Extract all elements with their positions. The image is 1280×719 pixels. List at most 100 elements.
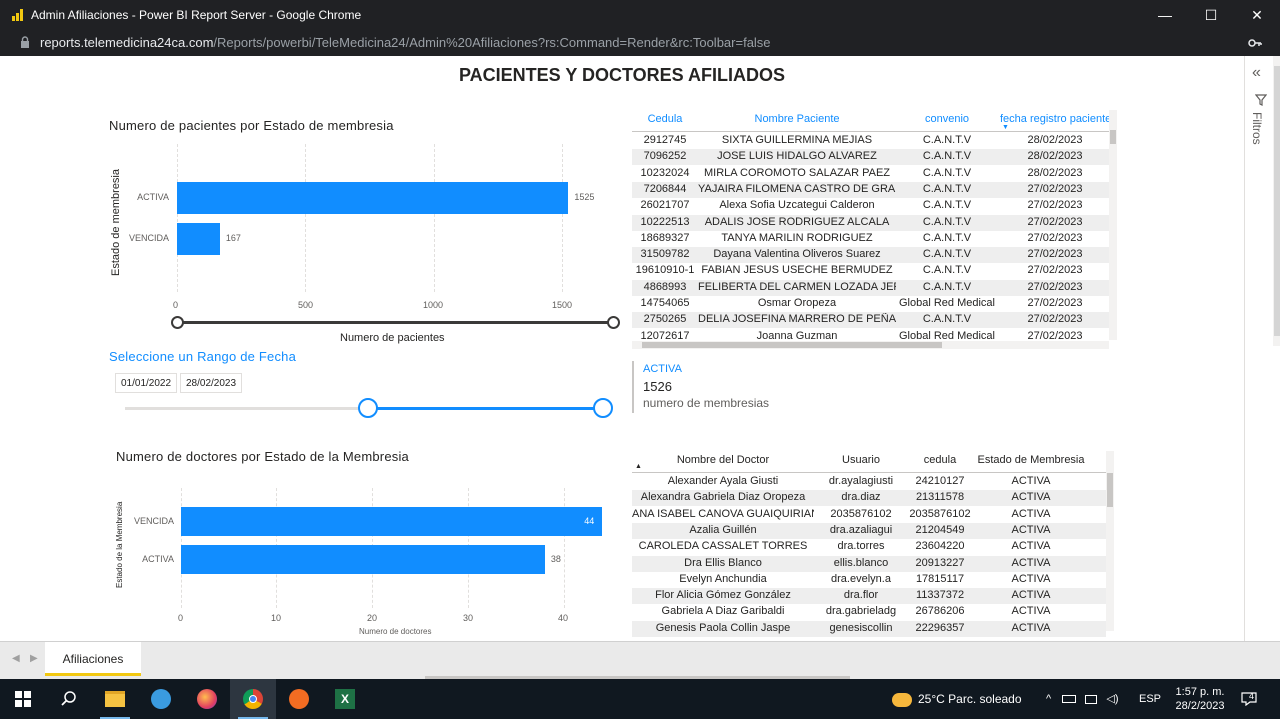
- table-cell: dr.ayalagiusti: [828, 475, 894, 487]
- filters-label[interactable]: Filtros: [1250, 112, 1264, 145]
- table-row[interactable]: Azalia Guillén dra.azaliagui 21204549 ACTIV…: [632, 522, 1106, 539]
- column-header[interactable]: Nombre Paciente: [698, 113, 896, 125]
- table-cell: 27/02/2023: [1027, 313, 1083, 326]
- clock[interactable]: 1:57 p. m. 28/2/2023: [1172, 679, 1228, 719]
- table-row[interactable]: Genesis Paola Collin Jaspe genesiscollin 2…: [632, 620, 1106, 637]
- table-row[interactable]: 2750265 DELIA JOSEFINA MARRERO DE PEÑA C.A…: [632, 312, 1109, 329]
- table-cell: C.A.N.T.V: [922, 134, 972, 146]
- column-header[interactable]: Estado de Membresia: [972, 454, 1090, 466]
- table-row[interactable]: 7096252 JOSE LUIS HIDALGO ALVAREZ C.A.N.T.…: [632, 149, 1109, 166]
- volume-icon[interactable]: ◁): [1106, 693, 1118, 705]
- page-vscroll[interactable]: [1273, 56, 1280, 346]
- taskbar-excel[interactable]: X: [322, 679, 368, 719]
- table-cell: 2912745: [643, 134, 687, 146]
- date-slider-range[interactable]: [368, 407, 603, 410]
- patients-axis-range-handle-left[interactable]: [171, 316, 184, 329]
- table-row[interactable]: Gabriela A Diaz Garibaldi dra.gabrieladg 2…: [632, 604, 1106, 620]
- table-cell: 22296357: [915, 621, 965, 634]
- filters-pane[interactable]: « Filtros: [1244, 56, 1280, 641]
- table-row[interactable]: Flor Alicia Gómez González dra.flor 113373…: [632, 588, 1106, 605]
- table-row[interactable]: 4868993 FELIBERTA DEL CARMEN LOZADA JEREZ…: [632, 279, 1109, 296]
- url-text[interactable]: reports.telemedicina24ca.com/Reports/pow…: [40, 35, 771, 50]
- table-cell: ACTIVA: [1011, 507, 1051, 520]
- table-row[interactable]: Alexander Ayala Giusti dr.ayalagiusti 2421…: [632, 474, 1106, 490]
- table-row[interactable]: 31509782 Dayana Valentina Oliveros Suarez…: [632, 247, 1109, 264]
- table-cell: dra.flor: [843, 589, 879, 602]
- table-row[interactable]: CAROLEDA CASSALET TORRES dra.torres 236042…: [632, 539, 1106, 555]
- power-bi-icon: [12, 9, 24, 21]
- weather-widget[interactable]: 25°C Parc. soleado: [892, 679, 1022, 719]
- bar-activa[interactable]: [177, 182, 569, 214]
- patients-table[interactable]: Cedula Nombre Paciente convenio fecha re…: [632, 110, 1117, 349]
- table-row[interactable]: Dra Ellis Blanco ellis.blanco 20913227 ACTI…: [632, 555, 1106, 572]
- column-header[interactable]: Nombre del Doctor: [632, 454, 814, 466]
- taskbar-app-bird[interactable]: [138, 679, 184, 719]
- patients-table-hscroll[interactable]: [632, 341, 1109, 349]
- address-bar[interactable]: reports.telemedicina24ca.com/Reports/pow…: [0, 30, 1280, 56]
- column-header[interactable]: Usuario: [814, 454, 908, 466]
- tab-next-icon[interactable]: ▶: [30, 653, 38, 664]
- table-row[interactable]: 10232024 MIRLA COROMOTO SALAZAR PAEZ C.A.N…: [632, 166, 1109, 182]
- table-cell: 27/02/2023: [1027, 231, 1083, 244]
- table-cell: Gabriela A Diaz Garibaldi: [661, 605, 785, 618]
- table-cell: C.A.N.T.V: [922, 313, 972, 326]
- tab-prev-icon[interactable]: ◀: [12, 653, 20, 664]
- minimize-button[interactable]: —: [1142, 0, 1188, 30]
- date-slider-handle-start[interactable]: [358, 398, 378, 418]
- network-icon[interactable]: [1085, 694, 1098, 704]
- table-row[interactable]: 2912745 SIXTA GUILLERMINA MEJIAS C.A.N.T.V…: [632, 133, 1109, 149]
- doctors-chart-title: Numero de doctores por Estado de la Memb…: [116, 449, 409, 464]
- patients-axis-range-handle-right[interactable]: [607, 316, 620, 329]
- bar-vencida[interactable]: [181, 507, 603, 536]
- table-cell: 27/02/2023: [1027, 215, 1083, 228]
- end-date-input[interactable]: 28/02/2023: [180, 373, 243, 393]
- tab-afiliaciones[interactable]: Afiliaciones: [45, 642, 141, 676]
- category-label: VENCIDA: [133, 515, 174, 526]
- collapse-filters-icon[interactable]: «: [1252, 64, 1261, 82]
- table-cell: 27/02/2023: [1027, 199, 1083, 212]
- gridline: [305, 144, 306, 292]
- taskbar-firefox[interactable]: [184, 679, 230, 719]
- language-indicator[interactable]: ESP: [1139, 679, 1161, 719]
- start-button[interactable]: [0, 679, 46, 719]
- column-header[interactable]: convenio: [896, 113, 998, 125]
- table-cell: 14754065: [640, 297, 690, 309]
- taskbar-app-orange[interactable]: [276, 679, 322, 719]
- table-cell: dra.gabrieladg: [825, 605, 897, 618]
- category-label: ACTIVA: [142, 553, 174, 564]
- key-icon[interactable]: [1248, 36, 1262, 50]
- search-button[interactable]: [46, 679, 92, 719]
- table-row[interactable]: ANA ISABEL CANOVA GUAIQUIRIAN 2035876102 2…: [632, 507, 1106, 523]
- taskbar-chrome[interactable]: [230, 679, 276, 719]
- patients-axis-range-track[interactable]: [177, 321, 613, 324]
- close-button[interactable]: ✕: [1234, 0, 1280, 30]
- maximize-button[interactable]: ☐: [1188, 0, 1234, 30]
- category-label: ACTIVA: [137, 192, 169, 202]
- taskbar-explorer[interactable]: [92, 679, 138, 719]
- column-header[interactable]: fecha registro paciente: [1000, 113, 1110, 125]
- column-header[interactable]: cedula: [908, 454, 972, 466]
- battery-icon[interactable]: [1062, 695, 1077, 704]
- table-cell: Alexander Ayala Giusti: [667, 475, 779, 487]
- table-row[interactable]: 7206844 YAJAIRA FILOMENA CASTRO DE GRAFF C…: [632, 181, 1109, 198]
- tray-icons[interactable]: ^ ◁): [1046, 679, 1118, 719]
- start-date-input[interactable]: 01/01/2022: [115, 373, 178, 393]
- report-canvas: PACIENTES Y DOCTORES AFILIADOS Numero de…: [7, 56, 1244, 641]
- patients-table-vscroll[interactable]: [1109, 110, 1117, 340]
- weather-text: 25°C Parc. soleado: [918, 692, 1022, 706]
- doctors-table[interactable]: ▲ Nombre del Doctor Usuario cedula Estad…: [632, 451, 1117, 641]
- table-row[interactable]: 18689327 TANYA MARILIN RODRIGUEZ C.A.N.T.V…: [632, 231, 1109, 247]
- column-header[interactable]: Cedula: [632, 113, 698, 125]
- table-row[interactable]: 10222513 ADALIS JOSE RODRIGUEZ ALCALA C.A.…: [632, 214, 1109, 231]
- bar-activa[interactable]: [181, 545, 545, 574]
- doctors-table-vscroll[interactable]: [1106, 451, 1114, 631]
- table-row[interactable]: Alexandra Gabriela Diaz Oropeza dra.diaz 2…: [632, 490, 1106, 507]
- table-cell: 31509782: [640, 248, 690, 261]
- table-row[interactable]: 14754065 Osmar Oropeza Global Red Medical 2…: [632, 296, 1109, 312]
- date-slider-handle-end[interactable]: [593, 398, 613, 418]
- table-row[interactable]: 26021707 Alexa Sofia Uzcategui Calderon C.…: [632, 198, 1109, 214]
- chevron-up-icon[interactable]: ^: [1046, 693, 1051, 705]
- bar-vencida[interactable]: [177, 223, 220, 255]
- table-row[interactable]: Evelyn Anchundia dra.evelyn.a 17815117 ACTI…: [632, 572, 1106, 588]
- table-row[interactable]: 19610910-1 FABIAN JESUS USECHE BERMUDEZ C.…: [632, 263, 1109, 279]
